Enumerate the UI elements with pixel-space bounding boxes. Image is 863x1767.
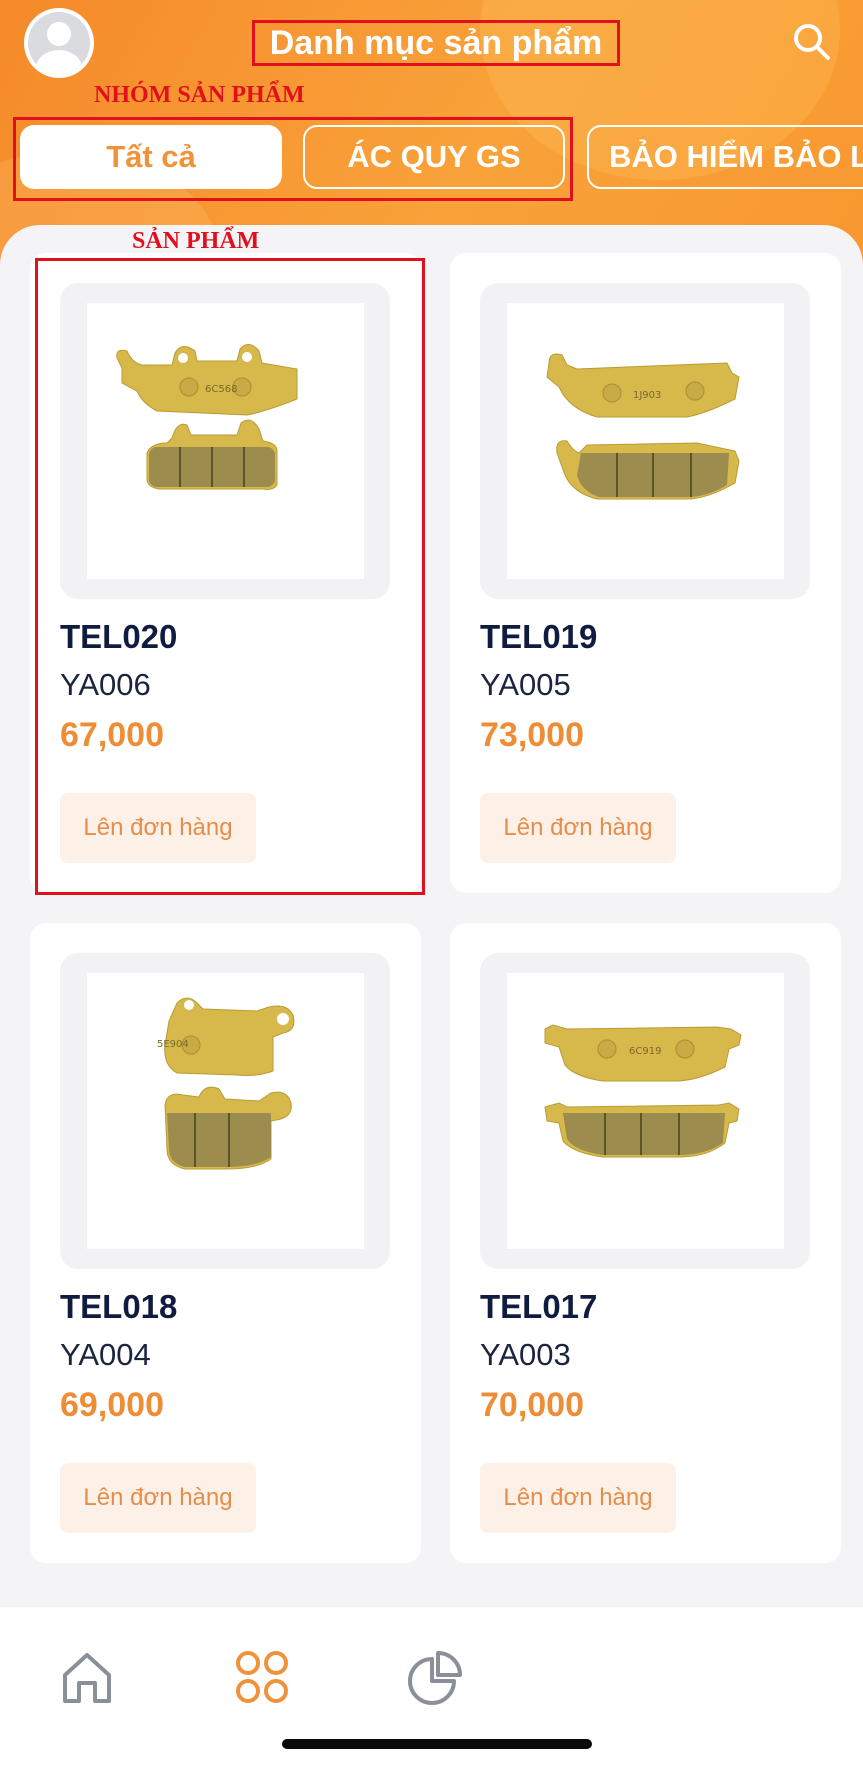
product-image-frame: 6C919 [480,953,810,1269]
product-image-frame: 5E904 [60,953,390,1269]
brake-pad-image: 1J903 [546,353,740,500]
product-code: TEL019 [480,618,598,655]
product-card[interactable]: 6C919 TEL017 YA003 70,000 Lên đơn hàng [450,923,841,1563]
order-button[interactable]: Lên đơn hàng [480,793,676,863]
annotation-tabs-box [13,117,573,201]
product-card[interactable]: 1J903 TEL019 YA005 73,000 Lên đơn hàng [450,253,841,893]
product-price: 70,000 [480,1386,584,1424]
home-indicator [282,1739,592,1749]
bottom-nav [0,1607,863,1767]
product-price: 73,000 [480,716,584,754]
annotation-product-box [35,258,425,895]
svg-text:5E904: 5E904 [157,1039,189,1050]
product-price: 69,000 [60,1386,164,1424]
home-icon[interactable] [57,1647,117,1707]
brake-pad-image: 5E904 [157,997,295,1170]
product-model: YA004 [60,1337,151,1372]
brake-pad-image: 6C919 [544,1024,742,1158]
annotation-group-label: NHÓM SẢN PHẨM [94,82,305,108]
annotation-title-box: Danh mục sản phẩm [252,20,620,66]
user-icon [28,12,90,74]
product-code: TEL018 [60,1288,178,1325]
svg-text:1J903: 1J903 [633,390,661,401]
avatar[interactable] [24,8,94,78]
grid-icon[interactable] [232,1647,292,1707]
svg-text:6C919: 6C919 [629,1046,661,1057]
tab-insurance[interactable]: BẢO HIỂM BẢO L [587,125,863,189]
product-image-frame: 1J903 [480,283,810,599]
annotation-product-label: SẢN PHẨM [132,228,260,254]
product-model: YA003 [480,1337,571,1372]
page-title: Danh mục sản phẩm [269,23,603,62]
search-icon[interactable] [790,20,834,64]
order-button[interactable]: Lên đơn hàng [60,1463,256,1533]
pie-chart-icon[interactable] [404,1647,464,1707]
product-card[interactable]: 5E904 TEL018 YA004 69,000 Lên đơn hàng [30,923,421,1563]
product-model: YA005 [480,667,571,702]
product-code: TEL017 [480,1288,598,1325]
order-button[interactable]: Lên đơn hàng [480,1463,676,1533]
